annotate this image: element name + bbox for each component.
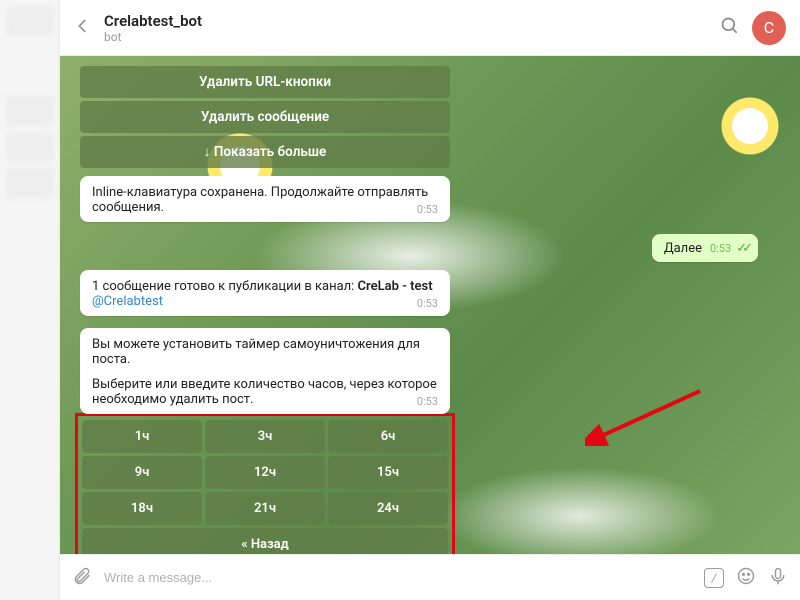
composer: / [60,554,800,600]
back-icon[interactable] [74,17,92,39]
channel-name: CreLab - test [358,279,433,294]
bot-message-keyboard-saved: Inline-клавиатура сохранена. Продолжайте… [80,176,450,222]
message-input[interactable] [104,570,692,585]
kb-hour-1[interactable]: 1ч [82,420,202,453]
emoji-icon[interactable] [736,566,756,590]
kb-hour-18[interactable]: 18ч [82,492,202,525]
chat-title: Crelabtest_bot [104,12,708,30]
message-line2: Выберите или введите количество часов, ч… [92,377,437,407]
chat-subtitle: bot [104,30,708,44]
kb-button-delete-url[interactable]: Удалить URL-кнопки [80,66,450,98]
chat-header: Crelabtest_bot bot C [60,0,800,56]
message-time: 0:53 [417,395,438,408]
message-text-prefix: 1 сообщение готово к публикации в канал: [92,279,358,294]
kb-hour-24[interactable]: 24ч [328,492,448,525]
kb-back[interactable]: « Назад [82,528,448,554]
kb-hour-12[interactable]: 12ч [205,456,325,489]
kb-hour-21[interactable]: 21ч [205,492,325,525]
kb-hour-6[interactable]: 6ч [328,420,448,453]
message-line1: Вы можете установить таймер самоуничтоже… [92,337,420,367]
mic-icon[interactable] [768,566,788,590]
chat-area: Удалить URL-кнопки Удалить сообщение ↓ П… [60,56,800,554]
message-time: 0:53 [710,242,731,255]
format-icon[interactable]: / [704,568,724,588]
sidebar-blur [0,0,60,600]
kb-button-show-more[interactable]: ↓ Показать больше [80,136,450,168]
kb-hour-15[interactable]: 15ч [328,456,448,489]
annotation-arrow [585,386,705,446]
attach-icon[interactable] [72,566,92,590]
search-icon[interactable] [720,16,740,40]
read-check-icon: ✓✓ [736,241,748,256]
kb-hour-9[interactable]: 9ч [82,456,202,489]
kb-button-delete-msg[interactable]: Удалить сообщение [80,101,450,133]
kb-hour-3[interactable]: 3ч [205,420,325,453]
message-text: Inline-клавиатура сохранена. Продолжайте… [92,185,428,215]
channel-link[interactable]: @Crelabtest [92,294,163,309]
avatar[interactable]: C [752,11,786,45]
avatar-letter: C [764,18,774,37]
bot-message-timer: Вы можете установить таймер самоуничтоже… [80,328,450,414]
chat-window: Crelabtest_bot bot C Удалить URL-кнопки … [60,0,800,600]
chat-title-block[interactable]: Crelabtest_bot bot [104,12,708,44]
message-time: 0:53 [417,297,438,310]
hours-keyboard: 1ч 3ч 6ч 9ч 12ч 15ч 18ч 21ч 24ч « Назад [80,418,450,554]
message-text: Далее [664,241,702,256]
user-message-next: Далее 0:53 ✓✓ [652,234,758,262]
bot-message-ready: 1 сообщение готово к публикации в канал:… [80,270,450,316]
message-time: 0:53 [417,203,438,216]
